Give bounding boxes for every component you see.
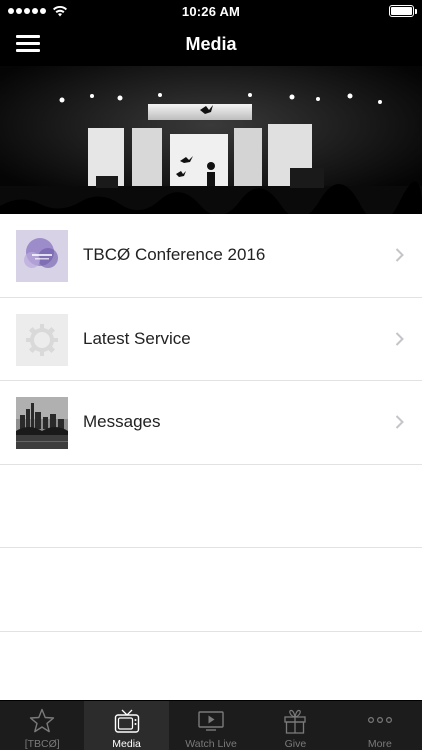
list-item-label: TBCØ Conference 2016	[83, 245, 266, 264]
tv-icon	[114, 709, 139, 733]
city-bridge-thumbnail	[16, 397, 68, 449]
tab-tbco[interactable]: [TBCØ]	[0, 701, 84, 750]
tab-give[interactable]: Give	[253, 701, 337, 750]
hero-stage-image	[0, 66, 422, 214]
play-screen-icon	[198, 711, 224, 731]
list-item-latest-service[interactable]: Latest Service	[0, 297, 422, 381]
empty-list-row	[0, 464, 422, 548]
tab-label: More	[367, 738, 392, 750]
chevron-right-icon	[395, 415, 404, 429]
tab-more[interactable]: More	[338, 701, 422, 750]
battery-icon	[389, 5, 417, 17]
conference-thumbnail	[16, 230, 68, 282]
gear-placeholder-thumbnail	[16, 313, 68, 366]
chevron-right-icon	[395, 248, 404, 262]
navigation-bar: Media	[0, 22, 422, 66]
page-title: Media	[185, 34, 237, 54]
tab-watch-live[interactable]: Watch Live	[169, 701, 253, 750]
more-dots-icon	[367, 717, 392, 724]
list-item-messages[interactable]: Messages	[0, 381, 422, 465]
list-item-conference[interactable]: TBCØ Conference 2016	[0, 214, 422, 298]
tab-label: Watch Live	[185, 738, 237, 750]
list-item-label: Messages	[83, 412, 161, 431]
tab-label: [TBCØ]	[24, 738, 60, 750]
status-bar: 10:26 AM	[0, 0, 422, 22]
list-item-label: Latest Service	[83, 328, 191, 348]
star-icon	[30, 708, 55, 733]
tab-media[interactable]: Media	[84, 701, 169, 750]
gift-icon	[284, 709, 307, 734]
tab-label: Give	[284, 738, 307, 750]
empty-list-row	[0, 548, 422, 632]
tab-label: Media	[112, 738, 141, 750]
status-time: 10:26 AM	[181, 4, 241, 19]
media-list: TBCØ Conference 2016 Latest Service Mess…	[0, 214, 422, 715]
tab-bar: [TBCØ] Media Watch Live Give More	[0, 700, 422, 750]
chevron-right-icon	[395, 331, 404, 346]
